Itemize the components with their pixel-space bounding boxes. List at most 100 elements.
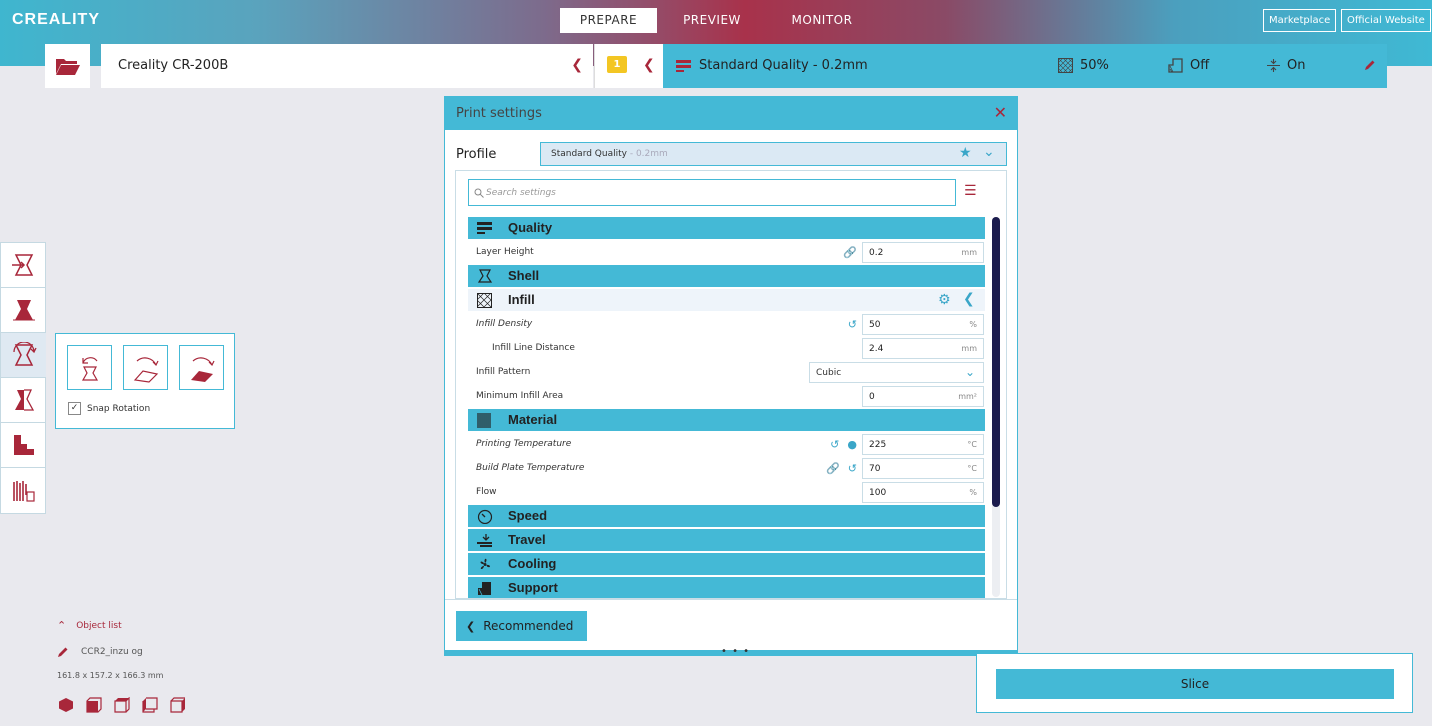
folder-open-icon xyxy=(55,59,80,75)
search-settings-input[interactable]: Search settings xyxy=(468,179,956,206)
category-shell[interactable]: Shell xyxy=(468,265,985,287)
support-summary: Off xyxy=(1168,58,1209,73)
category-label: Material xyxy=(508,412,558,427)
slice-panel: Slice xyxy=(976,653,1413,713)
category-cooling[interactable]: Cooling xyxy=(468,553,985,575)
lay-flat-button[interactable] xyxy=(123,345,168,390)
setting-label: Layer Height xyxy=(476,247,534,257)
pencil-icon[interactable] xyxy=(1364,59,1376,71)
setting-label: Infill Density xyxy=(476,319,533,329)
setting-unit: mm xyxy=(961,248,977,257)
reset-icon[interactable]: ↺ xyxy=(848,462,857,475)
gear-icon[interactable]: ⚙ xyxy=(938,292,951,308)
link-icon[interactable]: 🔗 xyxy=(843,246,857,259)
profile-dropdown[interactable]: Standard Quality - 0.2mm ★ ⌄ xyxy=(540,142,1007,166)
infill-density-input[interactable]: 50 % xyxy=(862,314,984,335)
tool-rotate[interactable] xyxy=(1,333,46,378)
slice-button[interactable]: Slice xyxy=(996,669,1394,699)
marketplace-button[interactable]: Marketplace xyxy=(1263,9,1337,32)
object-list-toggle[interactable]: ⌃ Object list xyxy=(57,619,122,632)
min-infill-area-input[interactable]: 0 mm² xyxy=(862,386,984,407)
view-front-icon[interactable] xyxy=(86,697,102,713)
scale-tool-icon xyxy=(12,300,35,321)
setting-value: 225 xyxy=(869,440,887,450)
category-label: Infill xyxy=(508,292,535,307)
settings-menu-icon[interactable]: ☰ xyxy=(964,183,977,199)
tab-monitor[interactable]: MONITOR xyxy=(767,8,877,33)
close-icon[interactable]: ✕ xyxy=(994,103,1007,122)
open-file-button[interactable] xyxy=(45,44,90,88)
profile-subvalue: - 0.2mm xyxy=(626,149,668,159)
infill-summary: 50% xyxy=(1058,58,1109,73)
view-left-icon[interactable] xyxy=(142,697,158,713)
recommended-button[interactable]: ❮ Recommended xyxy=(456,611,587,641)
setting-label: Printing Temperature xyxy=(476,439,572,449)
tool-per-model-settings[interactable] xyxy=(1,423,46,468)
tool-mirror[interactable] xyxy=(1,378,46,423)
print-settings-title: Print settings xyxy=(456,106,542,121)
shell-icon xyxy=(477,269,493,283)
setting-unit: °C xyxy=(967,464,977,473)
flow-input[interactable]: 100 % xyxy=(862,482,984,503)
build-plate-temperature-input[interactable]: 70 °C xyxy=(862,458,984,479)
category-material[interactable]: Material xyxy=(468,409,985,431)
reset-rotation-button[interactable] xyxy=(67,345,112,390)
view-right-icon[interactable] xyxy=(170,697,186,713)
adhesion-value: On xyxy=(1287,58,1306,73)
object-list-title: Object list xyxy=(76,620,122,631)
category-speed[interactable]: Speed xyxy=(468,505,985,527)
material-icon xyxy=(477,413,491,428)
category-travel[interactable]: Travel xyxy=(468,529,985,551)
category-label: Shell xyxy=(508,268,540,283)
tool-support-blocker[interactable] xyxy=(1,468,46,513)
tool-scale[interactable] xyxy=(1,288,46,333)
print-settings-summary-bar[interactable]: Standard Quality - 0.2mm 50% Off On xyxy=(663,44,1387,88)
select-face-to-align-button[interactable] xyxy=(179,345,224,390)
tab-prepare[interactable]: PREPARE xyxy=(560,8,657,33)
printing-temperature-input[interactable]: 225 °C xyxy=(862,434,984,455)
object-file-row[interactable]: CCR2_inzu og xyxy=(57,646,143,658)
pencil-icon[interactable] xyxy=(57,646,69,658)
check-icon[interactable]: ✓ xyxy=(68,402,81,415)
setting-printing-temperature: Printing Temperature ↺ ● 225 °C xyxy=(468,433,985,457)
lay-flat-icon xyxy=(133,356,159,383)
tool-move[interactable] xyxy=(1,243,46,288)
setting-unit: °C xyxy=(967,440,977,449)
reset-icon[interactable]: ↺ xyxy=(848,318,857,331)
category-label: Speed xyxy=(508,508,548,523)
setting-layer-height: Layer Height 🔗 0.2 mm xyxy=(468,241,985,265)
category-support[interactable]: Support xyxy=(468,577,985,598)
snap-rotation-toggle[interactable]: ✓ Snap Rotation xyxy=(68,402,150,415)
setting-value: Cubic xyxy=(816,368,842,378)
infill-value: 50% xyxy=(1080,58,1109,73)
printer-selector[interactable]: Creality CR-200B ❮ xyxy=(101,44,593,88)
category-infill[interactable]: Infill ⚙ ❮ xyxy=(468,289,985,311)
official-website-button[interactable]: Official Website xyxy=(1341,9,1431,32)
function-icon[interactable]: ● xyxy=(847,438,857,451)
infill-icon xyxy=(477,293,492,308)
link-icon[interactable]: 🔗 xyxy=(826,462,840,475)
scrollbar-thumb[interactable] xyxy=(992,217,1000,507)
warning-indicator[interactable]: 1 ❮ xyxy=(594,44,663,88)
infill-pattern-select[interactable]: Cubic ⌄ xyxy=(809,362,984,383)
setting-label: Infill Line Distance xyxy=(492,343,575,353)
recommended-label: Recommended xyxy=(483,619,574,633)
view-top-icon[interactable] xyxy=(114,697,130,713)
star-icon[interactable]: ★ xyxy=(959,145,972,161)
settings-scroll-area[interactable]: Search settings ☰ Quality Layer Height 🔗… xyxy=(455,170,1007,599)
setting-label: Build Plate Temperature xyxy=(476,463,585,473)
reset-rotation-icon xyxy=(81,356,98,381)
chevron-left-icon[interactable]: ❮ xyxy=(963,291,975,307)
layer-height-input[interactable]: 0.2 mm xyxy=(862,242,984,263)
infill-line-distance-input[interactable]: 2.4 mm xyxy=(862,338,984,359)
reset-icon[interactable]: ↺ xyxy=(830,438,839,451)
quality-summary: Standard Quality - 0.2mm xyxy=(676,58,868,73)
category-label: Travel xyxy=(508,532,546,547)
warning-badge: 1 xyxy=(607,56,627,73)
panel-resize-handle[interactable]: • • • xyxy=(445,646,1017,657)
tab-preview[interactable]: PREVIEW xyxy=(657,8,767,33)
chevron-up-icon: ⌃ xyxy=(57,619,67,632)
infill-icon xyxy=(1058,58,1073,73)
category-quality[interactable]: Quality xyxy=(468,217,985,239)
view-3d-icon[interactable] xyxy=(58,697,74,713)
